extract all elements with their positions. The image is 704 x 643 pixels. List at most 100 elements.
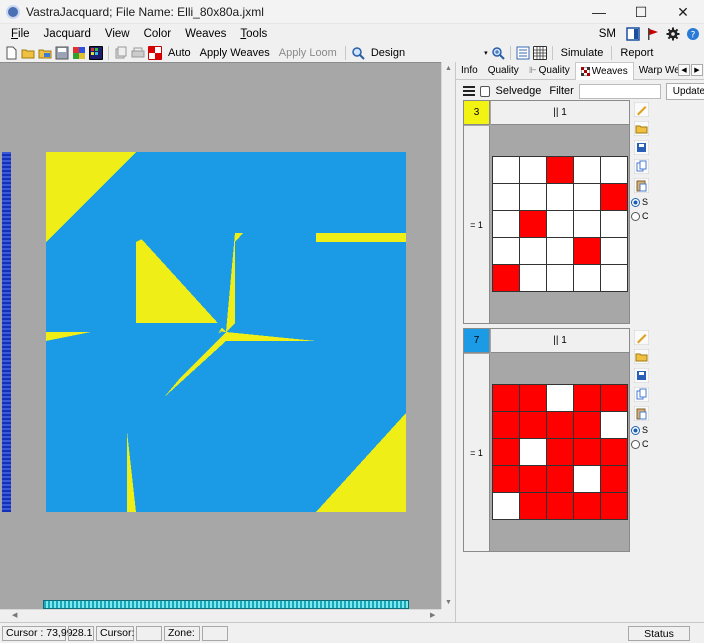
radio-option-s[interactable]: S xyxy=(631,425,651,435)
weave-cell[interactable] xyxy=(601,466,627,492)
weave-block-2[interactable]: 7 || 1 = 1 xyxy=(463,328,630,552)
radio-c-button[interactable] xyxy=(631,439,640,449)
simulate-button[interactable]: Simulate xyxy=(558,47,607,59)
weave-cell[interactable] xyxy=(493,412,519,438)
tab-info[interactable]: Info xyxy=(456,62,483,80)
weave-cell[interactable] xyxy=(601,157,627,183)
grid-view-icon[interactable] xyxy=(532,46,547,60)
tab-next-icon[interactable]: ▶ xyxy=(691,64,703,76)
weave-cell[interactable] xyxy=(520,184,546,210)
open-folder-icon[interactable] xyxy=(21,46,35,60)
weave-cell[interactable] xyxy=(574,265,600,291)
filter-input[interactable] xyxy=(578,83,661,99)
paste-icon[interactable] xyxy=(633,178,649,193)
weave-cell[interactable] xyxy=(493,157,519,183)
palette-grid-icon[interactable] xyxy=(89,46,103,60)
weave-cell[interactable] xyxy=(547,157,573,183)
weave-cell[interactable] xyxy=(520,238,546,264)
weave-cell[interactable] xyxy=(520,385,546,411)
selvedge-checkbox[interactable] xyxy=(479,85,491,97)
weave-grid[interactable] xyxy=(492,384,628,520)
radio-option-s[interactable]: S xyxy=(631,197,651,207)
copy-icon[interactable] xyxy=(633,387,649,402)
tab-prev-icon[interactable]: ◀ xyxy=(678,64,690,76)
weave-cell[interactable] xyxy=(547,184,573,210)
weave-cell[interactable] xyxy=(601,211,627,237)
weft-color-strip[interactable] xyxy=(2,152,11,512)
scroll-left-icon[interactable]: ◀ xyxy=(12,611,17,619)
apply-loom-button[interactable]: Apply Loom xyxy=(276,47,340,59)
menu-tools[interactable]: Tools xyxy=(233,28,274,40)
scroll-down-icon[interactable]: ▼ xyxy=(445,599,452,606)
weave-cell[interactable] xyxy=(601,238,627,264)
open-recent-icon[interactable] xyxy=(38,46,52,60)
pencil-icon[interactable] xyxy=(633,102,649,117)
help-icon[interactable]: ? xyxy=(686,27,700,41)
weave-cell[interactable] xyxy=(547,265,573,291)
zoom-in-icon[interactable] xyxy=(491,46,505,60)
paste-icon[interactable] xyxy=(633,406,649,421)
menu-weaves[interactable]: Weaves xyxy=(178,28,233,40)
weave-cell[interactable] xyxy=(574,157,600,183)
jacquard-design-canvas[interactable] xyxy=(43,152,409,512)
weave-cell[interactable] xyxy=(520,493,546,519)
weave-cell[interactable] xyxy=(547,211,573,237)
menu-color[interactable]: Color xyxy=(137,28,178,40)
weave-index-badge[interactable]: 3 xyxy=(464,101,490,125)
weave-cell[interactable] xyxy=(601,412,627,438)
weave-cell[interactable] xyxy=(493,211,519,237)
weave-cell[interactable] xyxy=(601,265,627,291)
weave-cell[interactable] xyxy=(574,466,600,492)
open-folder-icon[interactable] xyxy=(633,349,649,364)
print-icon[interactable] xyxy=(131,46,145,60)
weave-cell[interactable] xyxy=(574,385,600,411)
grid-red-icon[interactable] xyxy=(148,46,162,60)
menu-view[interactable]: View xyxy=(98,28,137,40)
new-file-icon[interactable] xyxy=(4,46,18,60)
vertical-scrollbar[interactable]: ▲ ▼ xyxy=(441,62,455,609)
save-icon[interactable] xyxy=(55,46,69,60)
weave-cell[interactable] xyxy=(520,439,546,465)
weave-cell[interactable] xyxy=(493,238,519,264)
maximize-button[interactable]: ☐ xyxy=(620,0,662,24)
apply-weaves-button[interactable]: Apply Weaves xyxy=(197,47,273,59)
weave-cell[interactable] xyxy=(601,493,627,519)
report-button[interactable]: Report xyxy=(617,47,656,59)
radio-s-button[interactable] xyxy=(631,425,640,435)
weave-cell[interactable] xyxy=(493,184,519,210)
pencil-icon[interactable] xyxy=(633,330,649,345)
menu-jacquard[interactable]: Jacquard xyxy=(37,28,98,40)
warp-color-strip[interactable] xyxy=(43,600,409,609)
weave-grid[interactable] xyxy=(492,156,628,292)
weave-index-badge[interactable]: 7 xyxy=(464,329,490,353)
weave-cell[interactable] xyxy=(574,238,600,264)
weave-cell[interactable] xyxy=(547,493,573,519)
weave-cell[interactable] xyxy=(574,493,600,519)
weave-cell[interactable] xyxy=(601,385,627,411)
scroll-up-icon[interactable]: ▲ xyxy=(445,65,452,72)
weave-cell[interactable] xyxy=(493,439,519,465)
weave-cell[interactable] xyxy=(547,439,573,465)
weave-cell[interactable] xyxy=(547,466,573,492)
panel-layout-icon[interactable] xyxy=(626,27,640,41)
tab-quality[interactable]: Quality xyxy=(483,62,524,80)
weave-cell[interactable] xyxy=(574,439,600,465)
weave-cell[interactable] xyxy=(547,412,573,438)
weave-cell[interactable] xyxy=(520,265,546,291)
hamburger-menu-icon[interactable] xyxy=(463,86,475,96)
weave-cell[interactable] xyxy=(574,211,600,237)
weave-block-1[interactable]: 3 || 1 = 1 xyxy=(463,100,630,324)
weave-cell[interactable] xyxy=(493,265,519,291)
save-icon[interactable] xyxy=(633,368,649,383)
weave-cell[interactable] xyxy=(601,439,627,465)
color-swatch-icon[interactable] xyxy=(72,46,86,60)
radio-s-button[interactable] xyxy=(631,197,640,207)
open-folder-icon[interactable] xyxy=(633,121,649,136)
close-button[interactable]: ✕ xyxy=(662,0,704,24)
auto-button[interactable]: Auto xyxy=(165,47,194,59)
copy-icon[interactable] xyxy=(114,46,128,60)
weave-cell[interactable] xyxy=(520,466,546,492)
magnifier-icon[interactable] xyxy=(351,46,365,60)
dropdown-arrow-icon[interactable]: ▾ xyxy=(484,49,488,57)
weave-cell[interactable] xyxy=(520,412,546,438)
